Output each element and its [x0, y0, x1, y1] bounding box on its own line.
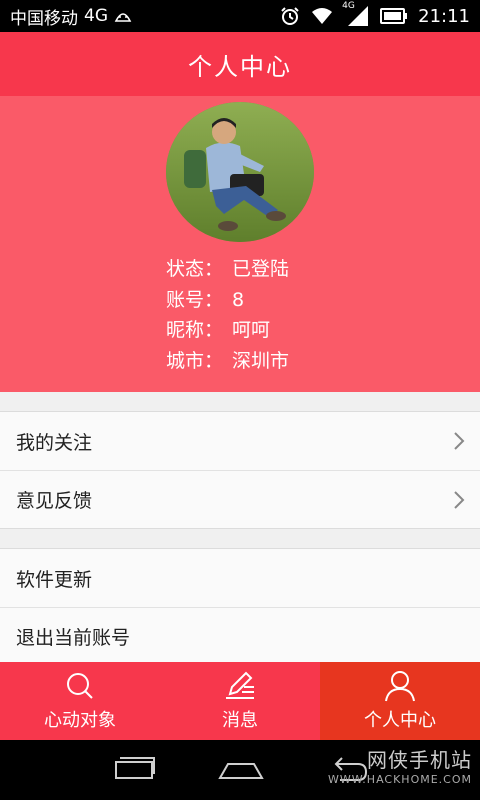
status-key: 状态：	[166, 258, 224, 280]
city-key: 城市：	[166, 349, 224, 372]
menu-item-software-update[interactable]: 软件更新	[0, 549, 480, 607]
profile-row-city: 城市： 深圳市	[166, 346, 289, 377]
account-value: 8	[232, 288, 245, 311]
search-icon	[67, 673, 93, 699]
tab-label: 心动对象	[44, 710, 116, 731]
carrier-name: 中国移动	[10, 8, 78, 29]
nickname-key: 昵称：	[166, 319, 224, 341]
recent-apps-button[interactable]	[114, 754, 156, 786]
city-value: 深圳市	[232, 349, 290, 372]
menu-group-secondary: 软件更新 退出当前账号	[0, 548, 480, 666]
watermark-sub: WWW.HACKHOME.COM	[327, 773, 472, 786]
avatar[interactable]	[166, 102, 314, 242]
tab-label: 个人中心	[364, 710, 436, 731]
network-type: 4G	[84, 6, 108, 26]
bottom-tab-bar: 心动对象 消息 个人中心	[0, 662, 480, 740]
status-bar: 中国移动 4G 4G 21:11	[0, 0, 480, 32]
signal-icon: 4G	[342, 1, 370, 27]
tab-profile[interactable]: 个人中心	[320, 662, 480, 740]
home-button[interactable]	[218, 754, 264, 786]
profile-row-nickname: 昵称： 呵呵	[166, 315, 289, 346]
android-icon	[114, 10, 132, 22]
chevron-right-icon	[450, 432, 468, 450]
menu-item-feedback[interactable]: 意见反馈	[0, 470, 480, 528]
profile-row-status: 状态： 已登陆	[166, 254, 289, 285]
menu-item-logout[interactable]: 退出当前账号	[0, 607, 480, 665]
tab-heartbeat[interactable]: 心动对象	[0, 662, 160, 740]
alarm-icon	[280, 6, 300, 26]
menu-item-label: 意见反馈	[16, 490, 93, 512]
menu-item-label: 退出当前账号	[16, 627, 131, 649]
profile-section: 状态： 已登陆 账号： 8 昵称： 呵呵 城市： 深圳市	[0, 96, 480, 392]
tab-messages[interactable]: 消息	[160, 662, 320, 740]
carrier-info: 中国移动 4G	[10, 4, 132, 29]
nickname-value: 呵呵	[232, 319, 271, 341]
menu-item-my-follows[interactable]: 我的关注	[0, 412, 480, 470]
wifi-icon	[310, 6, 334, 26]
menu-item-label: 软件更新	[16, 568, 93, 591]
page-title: 个人中心	[188, 52, 292, 81]
menu-group-primary: 我的关注 意见反馈	[0, 411, 480, 529]
watermark-main: 网侠手机站	[367, 748, 472, 772]
header-bar: 个人中心	[0, 32, 480, 96]
status-value: 已登陆	[232, 258, 290, 280]
system-nav-bar: 网侠手机站 WWW.HACKHOME.COM	[0, 740, 480, 800]
profile-row-account: 账号： 8	[166, 285, 289, 316]
edit-icon	[226, 671, 254, 699]
clock: 21:11	[418, 5, 470, 27]
watermark: 网侠手机站 WWW.HACKHOME.COM	[328, 744, 472, 786]
battery-icon	[380, 7, 408, 25]
tab-label: 消息	[222, 710, 258, 731]
menu-item-label: 我的关注	[16, 431, 93, 454]
chevron-right-icon	[450, 490, 468, 509]
signal-4g-label: 4G	[342, 1, 355, 11]
profile-info: 状态： 已登陆 账号： 8 昵称： 呵呵 城市： 深圳市	[166, 254, 289, 376]
account-key: 账号：	[166, 288, 224, 311]
user-icon	[385, 671, 415, 702]
